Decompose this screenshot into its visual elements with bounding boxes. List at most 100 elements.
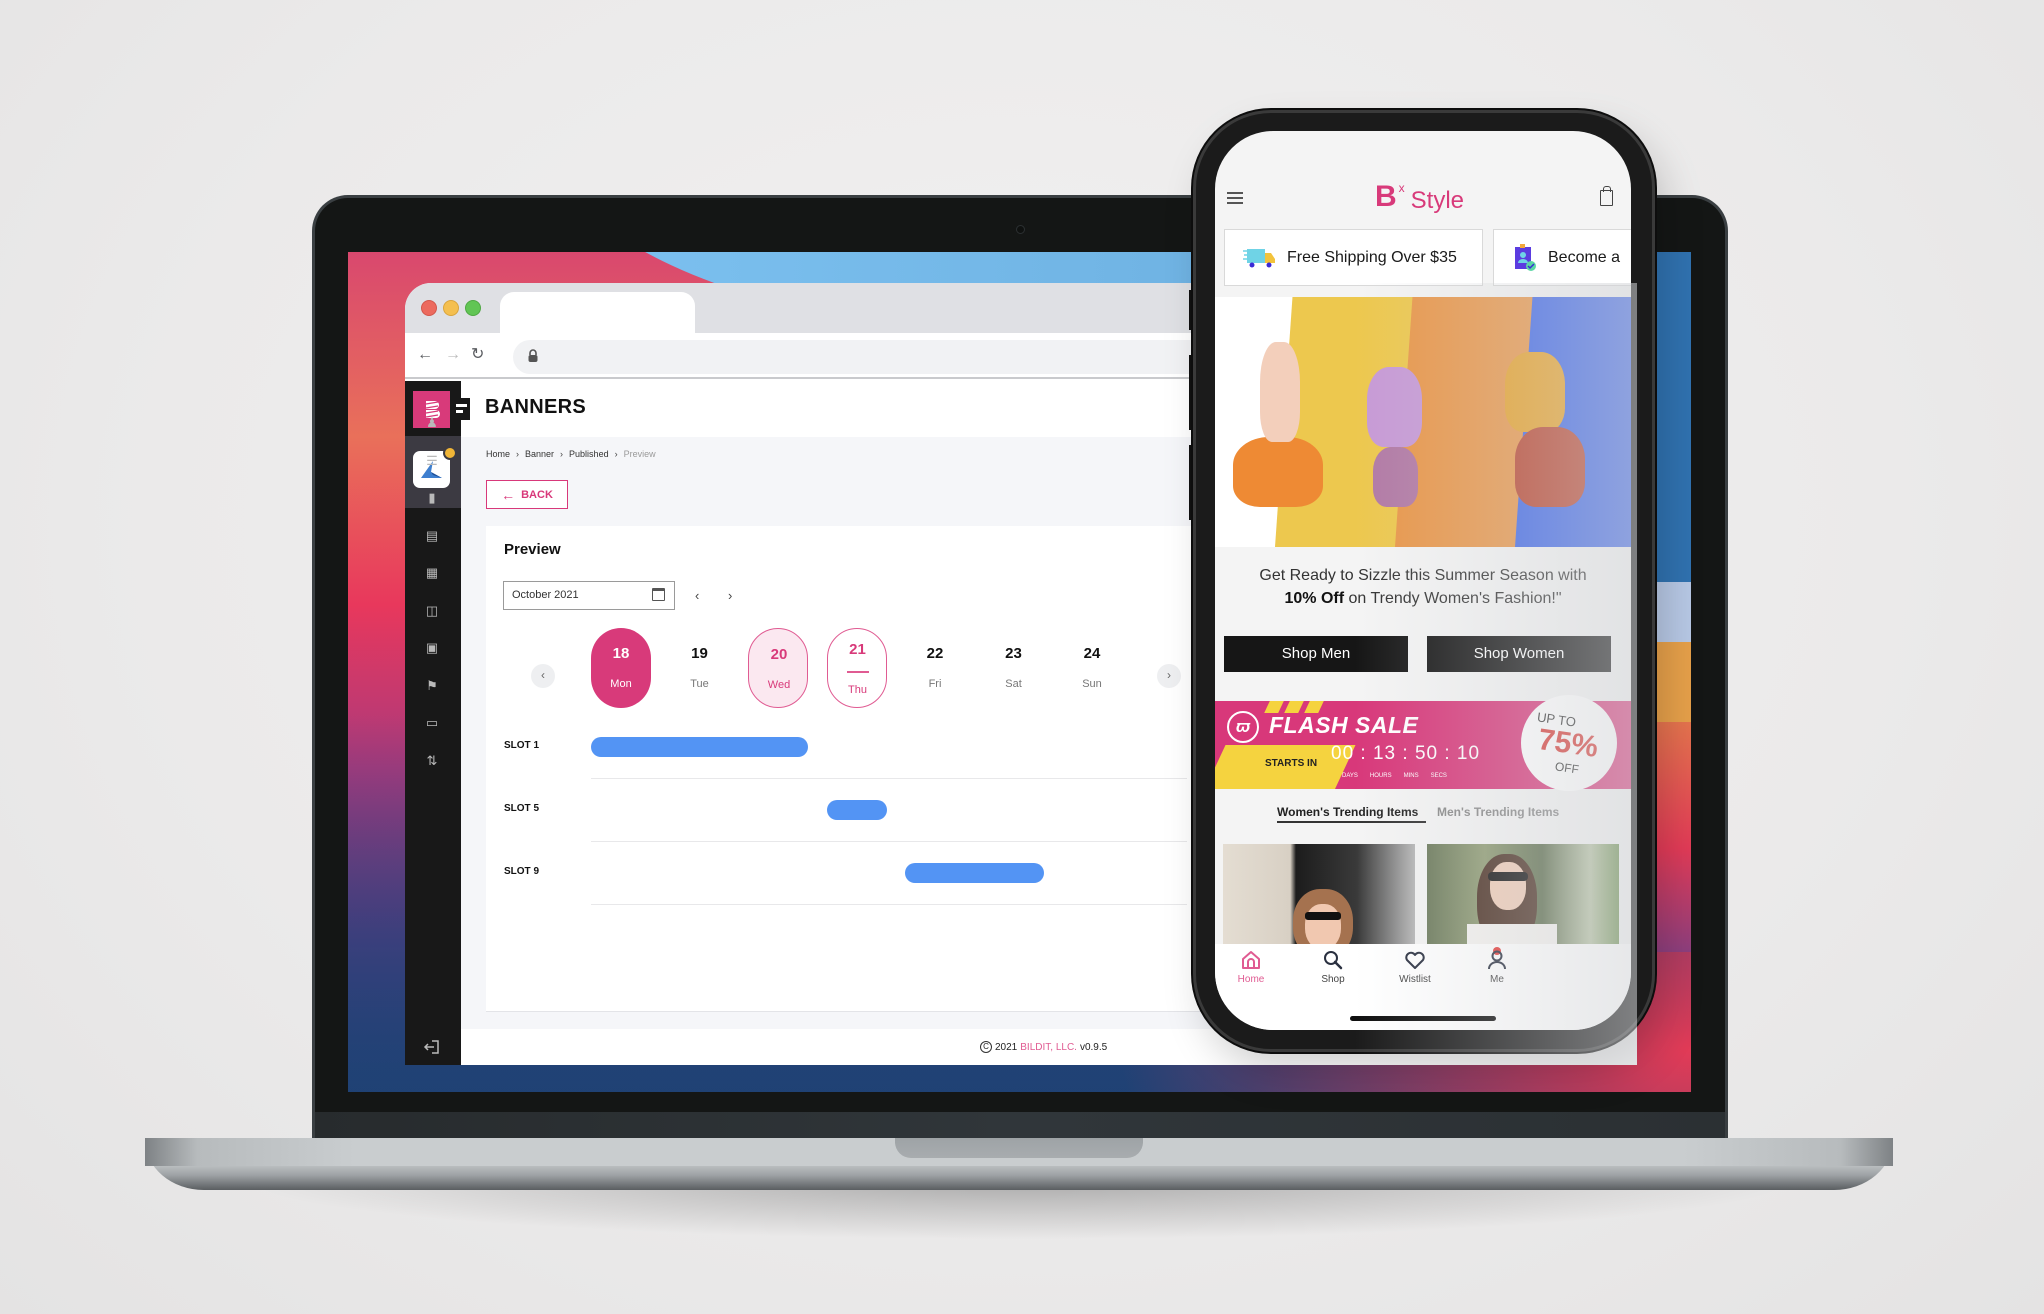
logout-icon[interactable] (423, 1039, 441, 1055)
hero-caption: Get Ready to Sizzle this Summer Season w… (1215, 564, 1631, 610)
sign-icon[interactable]: ⚑ (423, 678, 441, 694)
nav-home-label: Home (1237, 974, 1265, 985)
calendar-day-23[interactable]: 23 Sat (984, 628, 1044, 708)
page-layout-icon[interactable]: ◫ (423, 603, 441, 619)
nav-me[interactable]: Me (1457, 949, 1537, 985)
breadcrumb-preview: Preview (623, 449, 656, 459)
laptop-chin (315, 1112, 1725, 1139)
back-button-label: BACK (521, 488, 553, 501)
slot-divider (591, 778, 1187, 779)
brand-superscript: x (1398, 181, 1405, 195)
browser-tab[interactable] (500, 292, 695, 333)
hero-banner-image[interactable] (1215, 297, 1631, 547)
flash-sale-title: FLASH SALE (1269, 712, 1419, 738)
back-arrow-icon[interactable]: ← (417, 345, 433, 365)
nav-shop-label: Shop (1321, 974, 1345, 985)
nav-shop[interactable]: Shop (1293, 949, 1373, 985)
slot-divider (591, 904, 1187, 905)
slot-schedule-bar[interactable] (905, 863, 1044, 883)
day-number: 22 (926, 645, 944, 662)
product-model-top (1467, 924, 1557, 944)
breadcrumb: Home › Banner › Published › Preview (486, 449, 656, 459)
nav-home[interactable]: Home (1215, 949, 1291, 985)
promo-become-member[interactable]: Become a (1493, 229, 1631, 286)
nav-wishlist[interactable]: Wistlist (1375, 949, 1455, 985)
search-icon (1324, 951, 1343, 970)
sunglasses-icon (1305, 912, 1341, 920)
close-window-button[interactable] (421, 300, 437, 316)
calendar-day-19[interactable]: 19 Tue (670, 628, 730, 708)
calendar-day-24[interactable]: 24 Sun (1062, 628, 1122, 708)
user-settings-icon[interactable]: ♟ (423, 415, 441, 431)
forward-arrow-icon[interactable]: → (445, 345, 461, 365)
list-layout-icon[interactable]: ☰ (423, 453, 441, 469)
product-model-face (1490, 862, 1526, 910)
model-figure-striped-pants (1373, 447, 1418, 507)
today-indicator (846, 671, 869, 673)
sliders-icon[interactable]: ⇅ (423, 753, 441, 769)
shop-men-button[interactable]: Shop Men (1224, 636, 1408, 672)
image-icon[interactable]: ▦ (423, 565, 441, 581)
notification-badge (443, 446, 457, 460)
prev-week-button[interactable]: ‹ (531, 664, 555, 688)
home-indicator[interactable] (1350, 1016, 1496, 1021)
calendar-icon[interactable] (652, 588, 665, 601)
nav-wishlist-label: Wistlist (1399, 974, 1431, 985)
maximize-window-button[interactable] (465, 300, 481, 316)
footer-year: 2021 (995, 1041, 1018, 1053)
card-layout-icon[interactable]: ▤ (423, 528, 441, 544)
breadcrumb-banner[interactable]: Banner (525, 449, 554, 459)
month-picker[interactable]: October 2021 (503, 581, 675, 610)
breadcrumb-separator: › (560, 449, 564, 459)
hamburger-menu-icon[interactable] (1227, 192, 1243, 204)
code-folder-icon[interactable]: ▭ (423, 715, 441, 731)
breadcrumb-published[interactable]: Published (569, 449, 609, 459)
next-month-chevron-icon[interactable]: › (728, 588, 732, 603)
footer-version: v0.9.5 (1079, 1041, 1108, 1053)
calendar-day-21[interactable]: 21 Thu (826, 628, 887, 708)
breadcrumb-home[interactable]: Home (486, 449, 510, 459)
promo-text: Become a (1548, 248, 1621, 266)
slot-schedule-bar[interactable] (826, 800, 887, 820)
carousel-icon[interactable]: ▮ (423, 490, 441, 506)
product-card[interactable] (1223, 844, 1415, 944)
menu-toggle-button[interactable] (452, 398, 470, 420)
hero-caption-line1: Get Ready to Sizzle this Summer Season w… (1259, 567, 1587, 584)
phone-screen: B x Style Free Shipping Over $35 Become … (1215, 131, 1631, 1030)
tab-womens-trending[interactable]: Women's Trending Items (1277, 805, 1418, 819)
day-of-week: Thu (848, 684, 867, 696)
model-figure-red-pants (1515, 427, 1585, 507)
minimize-window-button[interactable] (443, 300, 459, 316)
member-badge-icon (1515, 243, 1536, 271)
calendar-day-22[interactable]: 22 Fri (905, 628, 965, 708)
brand-logo[interactable]: B x Style (1375, 181, 1464, 215)
arrow-left-icon: ← (501, 486, 516, 503)
prev-month-chevron-icon[interactable]: ‹ (695, 588, 699, 603)
next-week-button[interactable]: › (1157, 664, 1181, 688)
day-number: 23 (1005, 645, 1022, 662)
footer-company-link[interactable]: BILDIT, LLC. (1020, 1042, 1077, 1053)
shopping-bag-icon[interactable] (1600, 186, 1613, 206)
day-of-week: Mon (610, 678, 632, 690)
calendar-day-20[interactable]: 20 Wed (748, 628, 808, 708)
slot-schedule-bar[interactable] (591, 737, 808, 757)
product-card[interactable] (1427, 844, 1619, 944)
day-number: 20 (770, 646, 788, 663)
active-tab-indicator (1277, 821, 1426, 823)
reload-icon[interactable]: ↻ (471, 345, 484, 365)
slot-label: SLOT 1 (504, 740, 540, 751)
day-number: 19 (691, 645, 708, 662)
laptop-camera (1016, 225, 1025, 234)
calendar-day-18[interactable]: 18 Mon (591, 628, 651, 708)
promo-free-shipping[interactable]: Free Shipping Over $35 (1224, 229, 1483, 286)
heart-icon (1405, 951, 1425, 969)
day-of-week: Tue (690, 678, 709, 690)
footer-copyright: C 2021 BILDIT, LLC. v0.9.5 (980, 1041, 1107, 1053)
shop-women-button[interactable]: Shop Women (1427, 636, 1611, 672)
store-icon[interactable]: ▣ (423, 640, 441, 656)
model-figure-orange-skirt (1233, 437, 1323, 507)
countdown-label-days: DAYS (1342, 773, 1358, 779)
breadcrumb-separator: › (516, 449, 520, 459)
tab-mens-trending[interactable]: Men's Trending Items (1437, 805, 1559, 819)
back-button[interactable]: ← BACK (486, 480, 568, 509)
